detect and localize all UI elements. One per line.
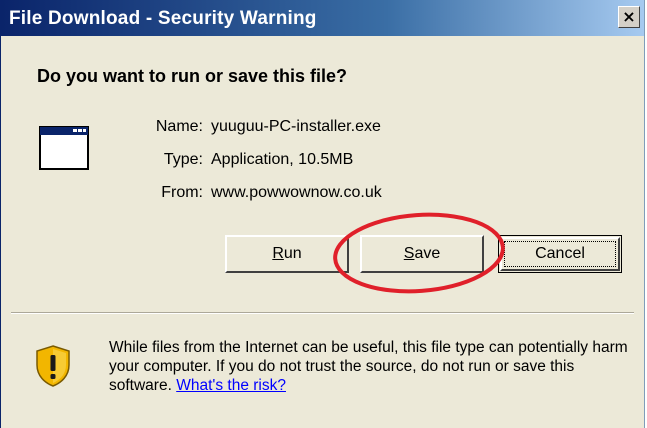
name-label: Name: <box>155 118 203 135</box>
type-value: Application, 10.5MB <box>211 151 354 168</box>
from-label: From: <box>161 184 203 201</box>
title-bar[interactable]: File Download - Security Warning × <box>1 0 644 36</box>
name-row: Name: yuuguu-PC-installer.exe <box>1 118 647 142</box>
cancel-button[interactable]: Cancel <box>498 235 622 273</box>
from-value: www.powwownow.co.uk <box>211 184 382 201</box>
from-row: From: www.powwownow.co.uk <box>1 184 647 208</box>
whats-the-risk-link[interactable]: What's the risk? <box>176 377 286 394</box>
save-label: ave <box>414 245 441 262</box>
save-button[interactable]: Save <box>360 235 484 273</box>
cancel-button-label: Cancel <box>504 241 616 267</box>
type-row: Type: Application, 10.5MB <box>1 151 647 175</box>
shield-warning-icon <box>36 345 70 387</box>
type-label: Type: <box>163 151 203 168</box>
dialog-heading: Do you want to run or save this file? <box>37 66 348 86</box>
save-accesskey: S <box>403 245 415 262</box>
section-divider <box>11 312 634 314</box>
close-button[interactable]: × <box>618 6 640 28</box>
run-button[interactable]: Run <box>225 235 349 273</box>
warning-message: While files from the Internet can be use… <box>109 338 629 395</box>
run-label: un <box>283 245 302 262</box>
window-title: File Download - Security Warning <box>9 8 317 29</box>
file-download-dialog: File Download - Security Warning × Do yo… <box>0 0 645 428</box>
run-accesskey: R <box>272 245 284 262</box>
name-value: yuuguu-PC-installer.exe <box>211 118 381 135</box>
